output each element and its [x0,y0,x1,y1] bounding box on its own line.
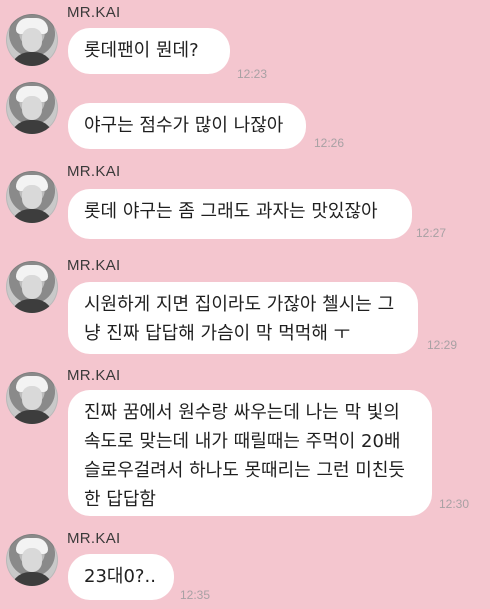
message-bubble[interactable]: 진짜 꿈에서 원수랑 싸우는데 나는 막 빛의 속도로 맞는데 내가 때릴때는 … [68,390,432,516]
sender-name: MR.KAI [67,4,121,21]
avatar[interactable] [6,171,58,223]
message-bubble[interactable]: 23대0?.. [68,554,174,600]
message-time: 12:35 [180,588,211,602]
sender-name: MR.KAI [67,367,121,384]
message-bubble[interactable]: 야구는 점수가 많이 나잖아 [68,103,306,149]
avatar-shoulders [10,52,54,66]
avatar-face [22,548,42,572]
avatar-shoulders [10,410,54,424]
avatar-face [22,386,42,410]
sender-name: MR.KAI [67,530,121,547]
sender-name: MR.KAI [67,257,121,274]
avatar[interactable] [6,534,58,586]
message-time: 12:26 [314,136,345,150]
message-bubble[interactable]: 롯데 야구는 좀 그래도 과자는 맛있잖아 [68,189,412,239]
avatar-face [22,28,42,52]
avatar[interactable] [6,261,58,313]
avatar[interactable] [6,14,58,66]
avatar-shoulders [10,572,54,586]
sender-name: MR.KAI [67,163,121,180]
avatar-face [22,185,42,209]
avatar-shoulders [10,120,54,134]
message-time: 12:27 [416,226,447,240]
avatar-face [22,275,42,299]
avatar-shoulders [10,209,54,223]
message-time: 12:30 [439,497,470,511]
message-bubble[interactable]: 시원하게 지면 집이라도 가잖아 첼시는 그 냥 진짜 답답해 가슴이 막 먹먹… [68,282,418,354]
avatar-face [22,96,42,120]
avatar[interactable] [6,372,58,424]
avatar-shoulders [10,299,54,313]
message-bubble[interactable]: 롯데팬이 뭔데? [68,28,230,74]
avatar[interactable] [6,82,58,134]
message-time: 12:29 [427,338,458,352]
message-time: 12:23 [237,67,268,81]
